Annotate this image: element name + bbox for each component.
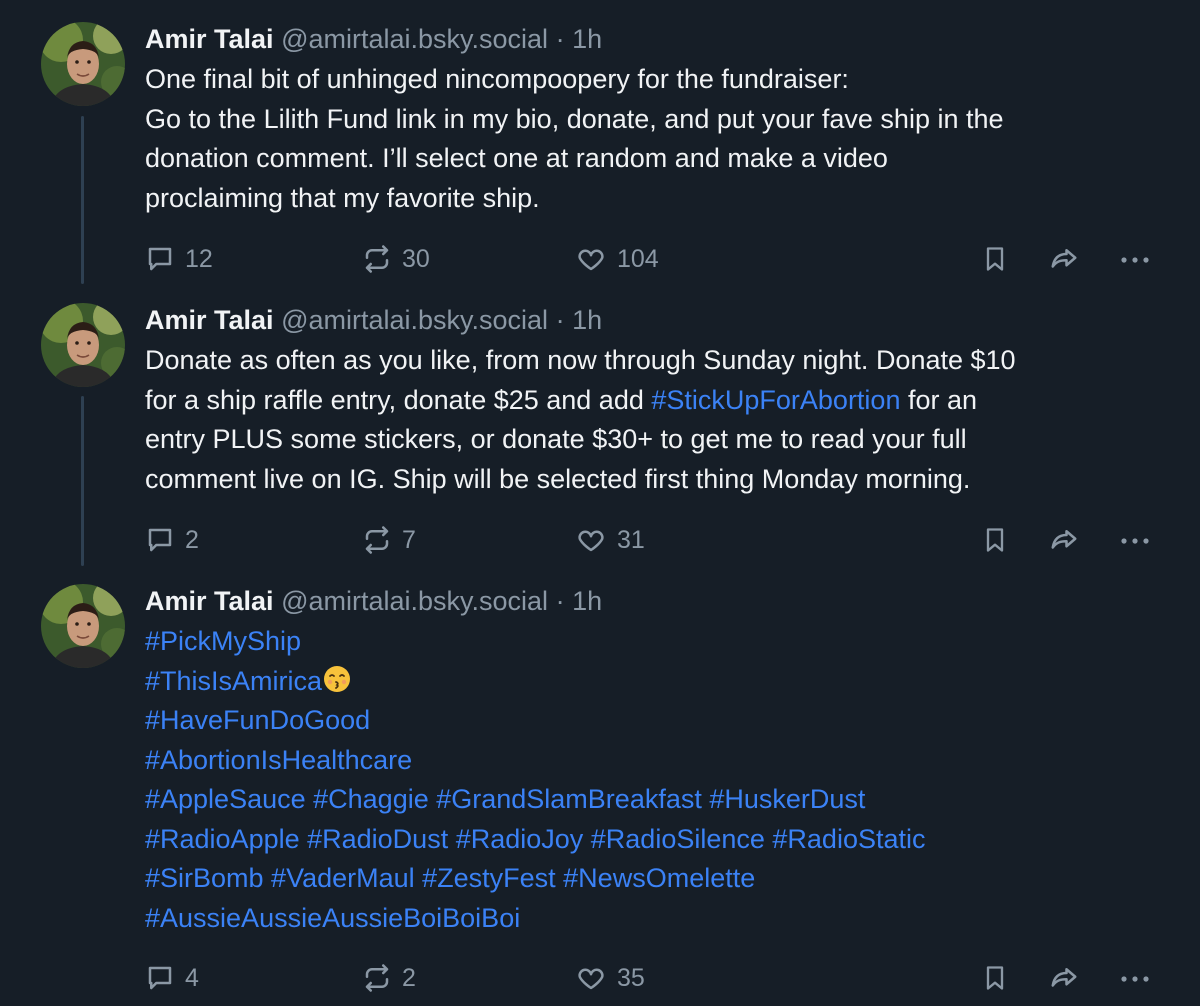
avatar[interactable] (41, 584, 125, 668)
post-text-line: Go to the Lilith Fund link in my bio, do… (145, 103, 1004, 134)
like-count: 104 (617, 244, 659, 273)
post-actions: 12 30 104 (145, 239, 1160, 279)
post-text-segment: for an (900, 384, 978, 415)
like-button[interactable]: 31 (575, 520, 645, 560)
post-content: Amir Talai @amirtalai.bsky.social · 1h O… (145, 22, 1160, 218)
kissing-face-emoji (324, 665, 351, 692)
repost-arrows-icon (365, 526, 389, 554)
author-name[interactable]: Amir Talai (145, 24, 274, 54)
post-content: Amir Talai @amirtalai.bsky.social · 1h D… (145, 303, 1160, 499)
hashtag-link[interactable]: #AussieAussieAussieBoiBoiBoi (145, 899, 1160, 939)
post-text-line: #ThisIsAmirica (145, 662, 1160, 702)
post-text-segment: for a ship raffle entry, donate $25 and … (145, 384, 652, 415)
post-time[interactable]: 1h (572, 586, 602, 616)
avatar-image (41, 22, 125, 106)
post-text-line: One final bit of unhinged nincompoopery … (145, 64, 849, 94)
repost-count: 7 (402, 525, 416, 554)
post-text: #PickMyShip #ThisIsAmirica #HaveFunDoGoo… (145, 622, 1160, 938)
reply-count: 12 (185, 244, 213, 273)
thread-line (81, 396, 84, 566)
more-options-button[interactable] (1118, 520, 1152, 560)
share-button[interactable] (1048, 520, 1080, 560)
share-button[interactable] (1048, 239, 1080, 279)
hashtag-link[interactable]: #AbortionIsHealthcare (145, 741, 1160, 781)
bookmark-button[interactable] (981, 520, 1009, 560)
post-text-line: Donate as often as you like, from now th… (145, 345, 1016, 375)
reply-button[interactable]: 12 (145, 239, 213, 279)
more-dots-icon (1121, 257, 1149, 263)
bookmark-icon (986, 528, 1004, 552)
post-text-line: comment live on IG. Ship will be selecte… (145, 463, 971, 494)
more-dots-icon (1121, 538, 1149, 544)
post-text-line: proclaiming that my favorite ship. (145, 182, 540, 213)
post-text: One final bit of unhinged nincompoopery … (145, 60, 1160, 218)
hashtag-link[interactable]: #SirBomb #VaderMaul #ZestyFest #NewsOmel… (145, 859, 1160, 899)
speech-bubble-icon (148, 247, 172, 271)
post-header: Amir Talai @amirtalai.bsky.social · 1h (145, 22, 1160, 56)
post-content: Amir Talai @amirtalai.bsky.social · 1h #… (145, 584, 1160, 938)
hashtag-link[interactable]: #AppleSauce #Chaggie #GrandSlamBreakfast… (145, 780, 1160, 820)
heart-icon (578, 968, 604, 990)
post-header: Amir Talai @amirtalai.bsky.social · 1h (145, 303, 1160, 337)
separator-dot: · (555, 24, 565, 54)
separator-dot: · (555, 586, 565, 616)
post-text-line: donation comment. I’ll select one at ran… (145, 143, 888, 173)
like-button[interactable]: 104 (575, 239, 659, 279)
hashtag-link[interactable]: #HaveFunDoGood (145, 701, 1160, 741)
bookmark-button[interactable] (981, 239, 1009, 279)
share-arrow-icon (1051, 249, 1077, 268)
separator-dot: · (555, 305, 565, 335)
repost-count: 30 (402, 244, 430, 273)
like-button[interactable]: 35 (575, 958, 645, 998)
avatar[interactable] (41, 22, 125, 106)
like-count: 35 (617, 963, 645, 992)
reply-count: 4 (185, 963, 199, 992)
reply-button[interactable]: 2 (145, 520, 199, 560)
avatar-image (41, 303, 125, 387)
post-header: Amir Talai @amirtalai.bsky.social · 1h (145, 584, 1160, 618)
repost-button[interactable]: 2 (362, 958, 416, 998)
reply-button[interactable]: 4 (145, 958, 199, 998)
hashtag-link[interactable]: #ThisIsAmirica (145, 666, 322, 696)
heart-icon (578, 249, 604, 271)
more-options-button[interactable] (1118, 239, 1152, 279)
author-handle[interactable]: @amirtalai.bsky.social (281, 305, 548, 335)
author-name[interactable]: Amir Talai (145, 586, 274, 616)
thread-line (81, 116, 84, 284)
hashtag-link[interactable]: #StickUpForAbortion (651, 385, 900, 415)
avatar-image (41, 584, 125, 668)
like-count: 31 (617, 525, 645, 554)
repost-arrows-icon (365, 245, 389, 273)
author-name[interactable]: Amir Talai (145, 305, 274, 335)
post-text: Donate as often as you like, from now th… (145, 341, 1160, 499)
bookmark-icon (986, 966, 1004, 990)
thread-feed: Amir Talai @amirtalai.bsky.social · 1h O… (0, 0, 1200, 1006)
post-text-line: entry PLUS some stickers, or donate $30+… (145, 424, 967, 454)
share-arrow-icon (1051, 968, 1077, 987)
bookmark-icon (986, 247, 1004, 271)
repost-arrows-icon (365, 964, 389, 992)
hashtag-link[interactable]: #PickMyShip (145, 622, 1160, 662)
more-options-button[interactable] (1118, 958, 1152, 998)
repost-count: 2 (402, 963, 416, 992)
avatar[interactable] (41, 303, 125, 387)
post-actions: 2 7 31 (145, 520, 1160, 560)
heart-icon (578, 530, 604, 552)
author-handle[interactable]: @amirtalai.bsky.social (281, 24, 548, 54)
speech-bubble-icon (148, 966, 172, 990)
hashtag-link[interactable]: #RadioApple #RadioDust #RadioJoy #RadioS… (145, 820, 1160, 860)
repost-button[interactable]: 7 (362, 520, 416, 560)
author-handle[interactable]: @amirtalai.bsky.social (281, 586, 548, 616)
post-time[interactable]: 1h (572, 24, 602, 54)
post-text-line: for a ship raffle entry, donate $25 and … (145, 381, 1160, 421)
share-button[interactable] (1048, 958, 1080, 998)
repost-button[interactable]: 30 (362, 239, 430, 279)
share-arrow-icon (1051, 530, 1077, 549)
speech-bubble-icon (148, 528, 172, 552)
more-dots-icon (1121, 976, 1149, 982)
reply-count: 2 (185, 525, 199, 554)
post-actions: 4 2 35 (145, 958, 1160, 998)
bookmark-button[interactable] (981, 958, 1009, 998)
post-time[interactable]: 1h (572, 305, 602, 335)
